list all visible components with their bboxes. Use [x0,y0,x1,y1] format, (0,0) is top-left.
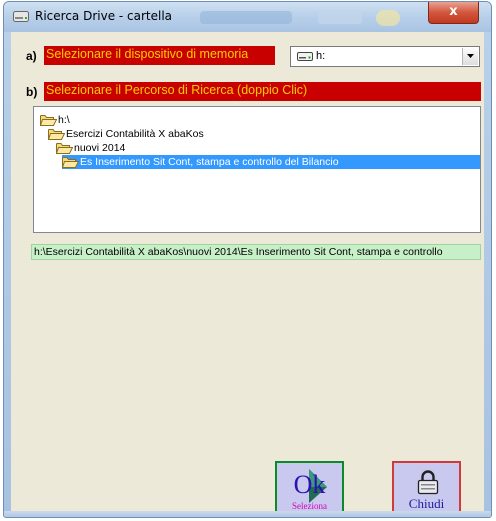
ok-select-button[interactable]: Ok Seleziona [275,461,344,515]
drive-icon [13,11,29,22]
folder-open-icon [48,129,65,140]
dialog-window: Ricerca Drive - cartella x a) Selezionar… [3,1,492,518]
dropdown-button[interactable] [462,48,478,65]
blurred-taskbar-item [318,12,362,24]
title-bar[interactable]: Ricerca Drive - cartella x [4,2,491,32]
drive-select-value: h: [316,50,326,62]
drive-select[interactable]: h: [290,46,480,67]
ok-button-sublabel: Seleziona [292,501,327,511]
blurred-taskbar-item [200,11,292,24]
window-bottom-border [4,511,491,517]
step-a-marker: a) [26,49,37,63]
selected-path-display: h:\Esercizi Contabilità X abaKos\nuovi 2… [31,244,481,260]
blurred-taskbar-item [376,10,400,26]
folder-open-icon [40,115,57,126]
step-b-marker: b) [26,85,38,99]
dialog-body: a) Selezionare il dispositivo di memoria… [11,32,484,515]
window-title: Ricerca Drive - cartella [35,9,173,23]
close-button-label: Chiudi [408,496,445,511]
close-icon: x [449,4,458,19]
padlock-icon [417,470,439,495]
drive-icon [297,52,313,61]
chevron-down-icon [467,54,474,58]
ok-button-label: Ok [293,470,326,499]
step-b-label: Selezionare il Percorso di Ricerca (dopp… [44,82,481,101]
folder-open-icon [62,157,79,168]
tree-item-label: h:\ [58,114,70,126]
window-close-button[interactable]: x [428,2,479,24]
folder-tree[interactable]: h:\ Esercizi Contabilità X abaKos nuovi … [33,106,481,233]
close-button[interactable]: Chiudi [392,461,461,515]
step-a-label: Selezionare il dispositivo di memoria [44,46,275,65]
folder-open-icon [56,143,73,154]
tree-item-label: nuovi 2014 [74,142,126,154]
tree-item-label: Esercizi Contabilità X abaKos [66,128,204,140]
tree-item-selected[interactable]: Es Inserimento Sit Cont, stampa e contro… [62,155,480,169]
tree-item-label: Es Inserimento Sit Cont, stampa e contro… [80,156,339,168]
